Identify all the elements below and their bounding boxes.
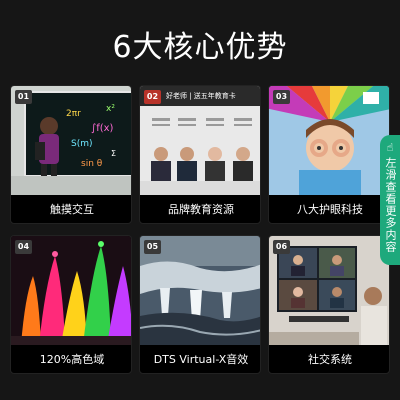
eye-care-kid-image: 03 [269, 86, 389, 195]
feature-card-eye-care[interactable]: 03 八大护眼科技 [268, 85, 390, 224]
hand-swipe-icon: ☝ [386, 141, 394, 154]
feature-card-audio[interactable]: 05 DTS Virtual-X音效 [139, 235, 261, 374]
education-teachers-image: 好老师 | 送五年教育卡 02 [140, 86, 260, 195]
feature-card-education[interactable]: 好老师 | 送五年教育卡 02 品牌教育资源 [139, 85, 261, 224]
card-caption: 八大护眼科技 [297, 203, 363, 216]
svg-text:S(m): S(m) [71, 139, 93, 149]
feature-card-social[interactable]: 06 社交系统 [268, 235, 390, 374]
page-title: 6大核心优势 [112, 30, 288, 65]
card-number-badge: 01 [15, 90, 32, 104]
swipe-more-label: 左滑查看更多内容 [384, 157, 397, 253]
svg-text:2πr: 2πr [66, 109, 81, 119]
education-banner-text: 好老师 | 送五年教育卡 [166, 92, 236, 100]
waterfall-image: 05 [140, 236, 260, 345]
svg-text:Σ: Σ [111, 149, 116, 158]
color-gamut-image: 04 [11, 236, 131, 345]
card-caption: 社交系统 [308, 353, 352, 366]
video-call-image: 06 [269, 236, 389, 345]
svg-text:sin θ: sin θ [81, 159, 103, 169]
card-number-badge: 06 [273, 240, 290, 254]
svg-text:x²: x² [106, 104, 115, 114]
card-caption: 品牌教育资源 [168, 203, 234, 216]
card-caption: DTS Virtual-X音效 [153, 353, 249, 366]
card-number-badge: 02 [144, 90, 161, 104]
card-caption: 120%高色域 [39, 353, 105, 366]
feature-card-color-gamut[interactable]: 04 120%高色域 [10, 235, 132, 374]
swipe-more-tab[interactable]: ☝ 左滑查看更多内容 [380, 135, 400, 265]
card-number-badge: 05 [144, 240, 161, 254]
feature-card-touch[interactable]: 2πr ∫f(x) S(m) x² sin θ Σ 01 触摸交互 [10, 85, 132, 224]
card-caption: 触摸交互 [50, 203, 94, 216]
touch-screen-image: 2πr ∫f(x) S(m) x² sin θ Σ 01 [11, 86, 131, 195]
card-number-badge: 04 [15, 240, 32, 254]
svg-text:∫f(x): ∫f(x) [91, 123, 114, 134]
card-number-badge: 03 [273, 90, 290, 104]
